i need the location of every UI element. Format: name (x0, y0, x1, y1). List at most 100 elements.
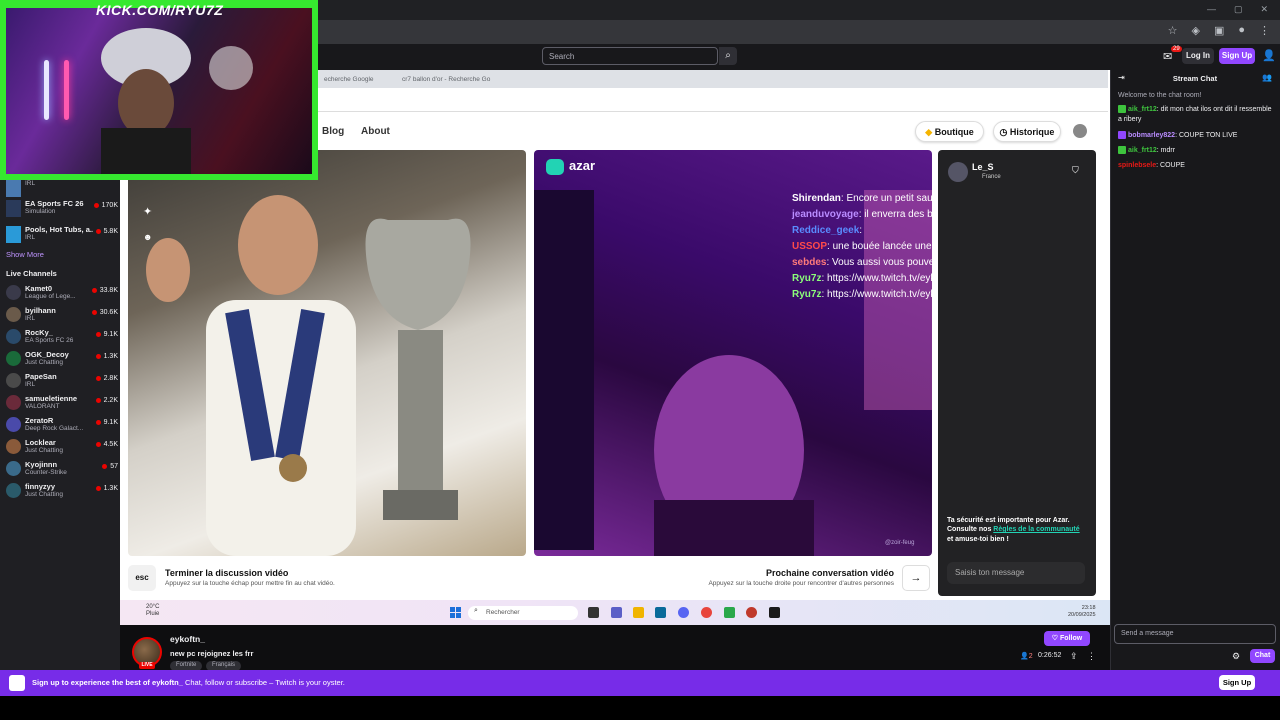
sidebar-live-channel[interactable]: Kyojinnn Counter-Strike 57 (4, 458, 118, 480)
sidebar-item-name: EA Sports FC 26 (25, 199, 84, 208)
chat-text: : COUPE (1156, 162, 1185, 169)
channel-category: IRL (25, 315, 36, 322)
viewer-count: 33.8K (92, 287, 118, 294)
chat-username[interactable]: aik_frt12 (1128, 106, 1157, 113)
search-icon: ⌕ (474, 607, 478, 614)
close-icon[interactable]: ✕ (1260, 4, 1268, 15)
app-icon (746, 607, 757, 618)
minimize-icon[interactable]: — (1207, 4, 1216, 15)
end-chat-subtitle: Appuyez sur la touche échap pour mettre … (165, 580, 335, 587)
weather-temp: 20°C (146, 604, 160, 610)
overlay-chat-line: Ryu7z: https://www.twitch.tv/eykoftn_ (792, 273, 958, 284)
taskbar-weather: 20°C Pluie (146, 604, 159, 618)
channel-category: League of Lege... (25, 293, 76, 300)
sidebar-live-channel[interactable]: byilhann IRL 30.6K (4, 304, 118, 326)
sidebar-live-channel[interactable]: finnyzyy Just Chatting 1.3K (4, 480, 118, 502)
chat-users-icon[interactable]: 👥 (1262, 73, 1272, 82)
extension-icon[interactable]: ◈ (1191, 24, 1199, 37)
banner-text-rest: Chat, follow or subscribe – Twitch is yo… (182, 678, 345, 687)
sidebar-live-channel[interactable]: RocKy_ EA Sports FC 26 9.1K (4, 326, 118, 348)
next-chat-title: Prochaine conversation vidéo (765, 568, 894, 578)
profile-icon[interactable]: ● (1238, 24, 1245, 37)
chat-badge-icon (1118, 146, 1126, 155)
nav-about-link: About (361, 126, 390, 137)
channel-category: Counter-Strike (25, 469, 67, 476)
esc-key: esc (128, 565, 156, 591)
chat-welcome: Welcome to the chat room! (1118, 92, 1202, 99)
azar-message-input: Saisis ton message (947, 562, 1085, 584)
sidebar-live-channel[interactable]: OGK_Decoy Just Chatting 1.3K (4, 348, 118, 370)
channel-avatar (6, 439, 21, 454)
chat-username[interactable]: spinlebsele (1118, 162, 1156, 169)
chat-message: aik_frt12: dit mon chat ilos ont dit il … (1118, 105, 1274, 125)
chat-input[interactable]: Send a message (1114, 624, 1276, 644)
sidebar-recommended-item[interactable]: IRL (4, 177, 118, 199)
banner-text-bold: Sign up to experience the best of eykoft… (32, 678, 183, 687)
sidebar-live-channel[interactable]: ZeratoR Deep Rock Galact... 9.1K (4, 414, 118, 436)
show-more-link[interactable]: Show More (6, 250, 44, 259)
user-menu-icon[interactable]: 👤 (1262, 49, 1276, 62)
safety-notice: Ta sécurité est importante pour Azar. Co… (947, 516, 1087, 544)
gear-icon[interactable]: ⚙ (1232, 651, 1240, 662)
menu-dots-icon[interactable]: ⋮ (1259, 24, 1270, 37)
teams-icon (611, 607, 622, 618)
stream-title: new pc rejoignez les frr (170, 649, 254, 658)
chat-username[interactable]: aik_frt12 (1128, 147, 1157, 154)
viewer-count: 4.5K (96, 441, 118, 448)
follow-button[interactable]: ♡ Follow (1044, 631, 1090, 646)
overlay-chat-line: Shirendan: Encore un petit sauvé (792, 193, 943, 204)
video-left-photo (128, 150, 526, 556)
channel-name: PapeSan (25, 372, 57, 381)
app-icon (724, 607, 735, 618)
chat-message: spinlebsele: COUPE (1118, 161, 1274, 171)
channel-name: OGK_Decoy (25, 350, 69, 359)
streamer-name[interactable]: eykoftn_ (170, 634, 205, 644)
sidebar-live-channel[interactable]: samueletienne VALORANT 2.2K (4, 392, 118, 414)
chat-username[interactable]: bobmarley822 (1128, 132, 1175, 139)
banner-signup-button[interactable]: Sign Up (1219, 675, 1255, 690)
viewer-number: 2 (1028, 653, 1033, 660)
category-thumbnail (6, 226, 21, 243)
stream-uptime: 0:26:52 (1038, 652, 1062, 659)
twitch-glitch-icon (9, 675, 25, 691)
share-icon[interactable]: ⇪ (1070, 651, 1078, 662)
notifications-icon[interactable]: ✉ (1163, 50, 1172, 63)
maximize-icon[interactable]: ▢ (1234, 4, 1243, 15)
boutique-button: ◆ Boutique (915, 121, 984, 142)
overlay-chat-user: jeanduvoyage (792, 209, 859, 220)
search-input[interactable]: Search (542, 47, 718, 65)
overlay-chat-line: Reddice_geek: (792, 225, 862, 236)
sidebar-item-category: IRL (25, 180, 36, 187)
browser-tab: cr7 ballon d'or - Recherche Go (402, 76, 491, 83)
channel-name: Locklear (25, 438, 56, 447)
login-button[interactable]: Log In (1182, 48, 1214, 64)
sidebar-recommended-item[interactable]: EA Sports FC 26 Simulation 170K (4, 197, 118, 219)
viewer-count: 👤2 (1020, 653, 1033, 660)
chat-badge-icon (1118, 105, 1126, 114)
chat-panel (1110, 70, 1280, 670)
channel-category: VALORANT (25, 403, 60, 410)
search-icon: ⌕ (725, 50, 731, 61)
channel-avatar (6, 395, 21, 410)
bookmark-star-icon[interactable]: ☆ (1168, 24, 1178, 37)
channel-category: Deep Rock Galact... (25, 425, 84, 432)
overlay-chat-user: Ryu7z (792, 273, 822, 284)
sidebar-live-channel[interactable]: PapeSan IRL 2.8K (4, 370, 118, 392)
partner-name: Le_S (972, 162, 994, 172)
signup-button[interactable]: Sign Up (1219, 48, 1255, 64)
sticker-icon: ☻ (143, 232, 153, 242)
sidebar-recommended-item[interactable]: Pools, Hot Tubs, a... IRL 5.8K (4, 223, 118, 245)
search-button[interactable]: ⌕ (719, 47, 737, 65)
sidebar-live-channel[interactable]: Kamet0 League of Lege... 33.8K (4, 282, 118, 304)
clock-icon: ◷ (999, 127, 1008, 137)
channel-avatar (6, 417, 21, 432)
sidebar-live-channel[interactable]: Locklear Just Chatting 4.5K (4, 436, 118, 458)
report-shield-icon: ⛉ (1072, 165, 1079, 175)
channel-name: ZeratoR (25, 416, 54, 425)
puzzle-icon[interactable]: ▣ (1214, 24, 1224, 37)
azar-logo-icon (546, 159, 564, 175)
more-options-icon[interactable]: ⋮ (1087, 651, 1096, 662)
webcam-kick-label: KICK.COM/RYU7Z (96, 2, 224, 18)
channel-avatar (6, 329, 21, 344)
chat-send-button[interactable]: Chat (1250, 649, 1275, 663)
